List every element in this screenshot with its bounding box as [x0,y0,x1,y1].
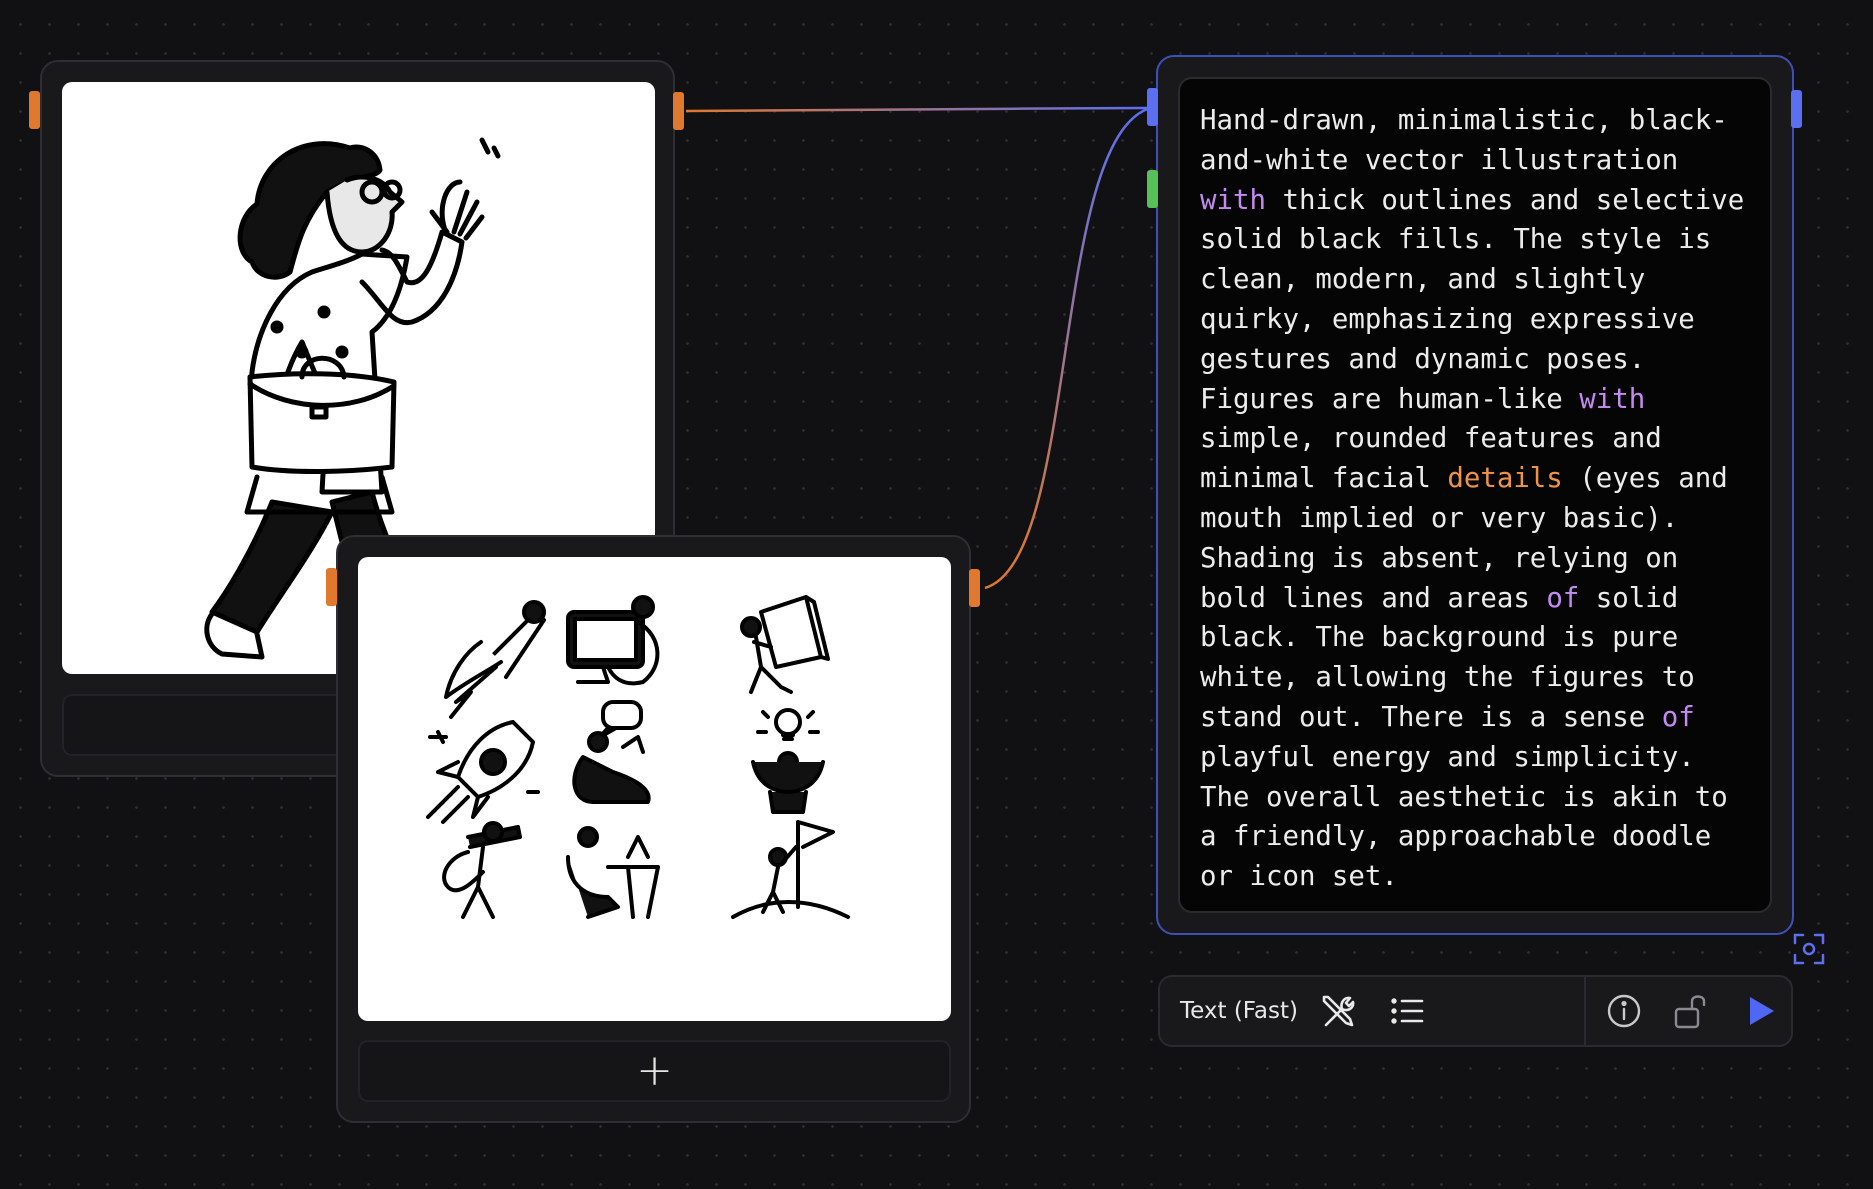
wire-image1-to-text [685,106,1151,113]
list-icon[interactable] [1388,991,1428,1031]
text-prompt-node[interactable]: Hand-drawn, minimalistic, black-and-whit… [1156,55,1794,935]
prompt-text-area[interactable]: Hand-drawn, minimalistic, black-and-whit… [1178,77,1772,913]
tools-icon[interactable] [1318,991,1358,1031]
icon-grid-illustration [358,557,951,1021]
prompt-segment-purple: with [1200,184,1266,216]
doodle-grid-icon [426,595,850,919]
text-node-output-port[interactable] [1791,90,1802,128]
image-node-1-output-port[interactable] [673,92,684,130]
prompt-segment-plain: Hand-drawn, minimalistic, black-and-whit… [1200,105,1728,176]
plus-icon: + [636,1045,673,1096]
prompt-segment-orange: details [1447,463,1563,495]
text-node-secondary-input-port[interactable] [1147,170,1158,208]
prompt-segment-purple: with [1579,383,1646,415]
image-node-2-output-port[interactable] [969,569,980,607]
image-node-2-input-port[interactable] [326,568,337,606]
text-node-input-port[interactable] [1147,88,1158,126]
focus-frame-icon[interactable] [1792,932,1826,966]
toolbar-separator [1584,977,1586,1045]
prompt-segment-plain: thick outlines and selective solid black… [1200,184,1761,415]
prompt-text: Hand-drawn, minimalistic, black-and-whit… [1200,101,1750,897]
info-icon[interactable] [1604,991,1644,1031]
image-node-1-input-port[interactable] [29,91,40,129]
prompt-segment-purple: of [1546,582,1580,614]
play-icon[interactable] [1740,991,1780,1031]
node-toolbar: Text (Fast) [1158,975,1793,1047]
add-image-button[interactable]: + [358,1040,951,1102]
unlock-icon[interactable] [1672,991,1712,1031]
model-selector[interactable]: Text (Fast) [1180,977,1298,1045]
wire-image2-to-text [984,106,1151,590]
image-node-icon-grid[interactable]: + [336,535,971,1123]
prompt-segment-purple: of [1661,701,1695,733]
